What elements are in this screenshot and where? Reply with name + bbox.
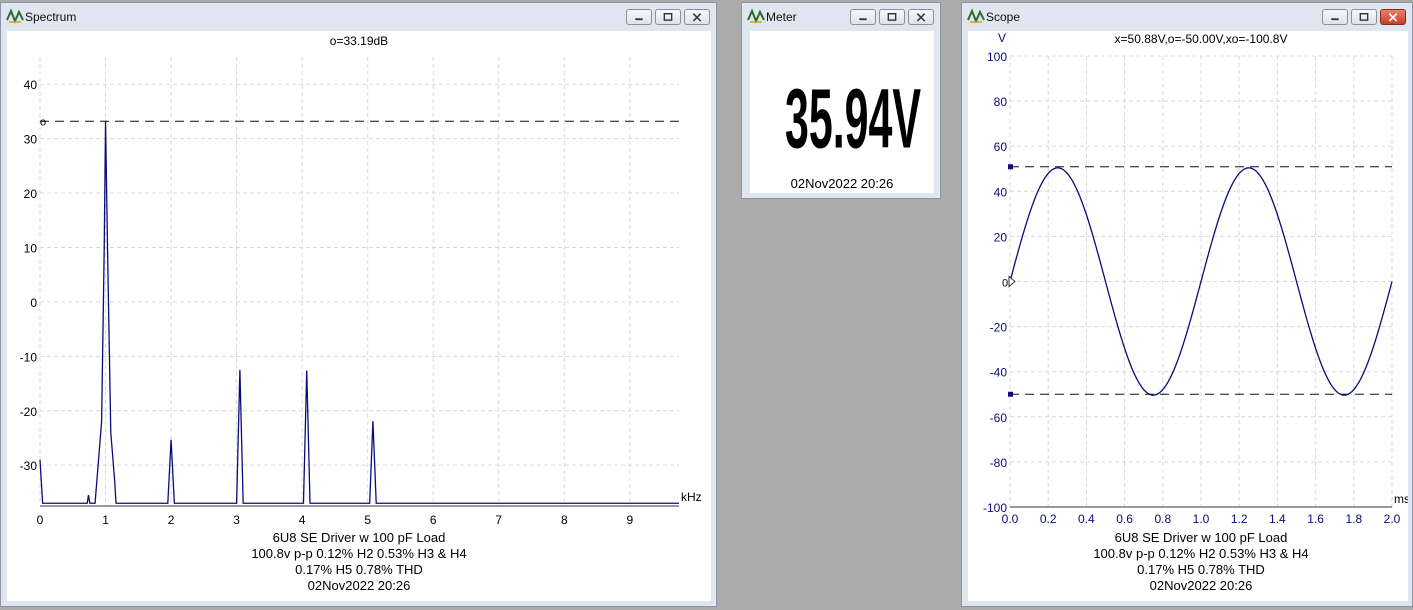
spectrum-x-tick: 3 (233, 513, 240, 527)
spectrum-x-tick: 8 (561, 513, 568, 527)
spectrum-window: Spectrum o=33.19dB 40 30 20 10 0 -10 -20 -30 0 1… (0, 2, 717, 607)
scope-chart: V x=50.88V,o=-50.00V,xo=-100.8V 100 80 60 4… (983, 31, 1410, 593)
spectrum-x-tick: 2 (168, 513, 175, 527)
caption-line-3: 0.17% H5 0.78% THD (1137, 562, 1265, 577)
scope-titlebar[interactable]: Scope (962, 3, 1412, 31)
scope-y-tick: 60 (994, 140, 1008, 154)
waveform-icon (6, 8, 24, 24)
meter-titlebar[interactable]: Meter (742, 3, 940, 31)
scope-y-tick: -80 (990, 456, 1008, 470)
spectrum-x-tick: 5 (364, 513, 371, 527)
spectrum-x-tick: 9 (627, 513, 634, 527)
caption-line-3: 0.17% H5 0.78% THD (295, 562, 423, 577)
scope-y-unit: V (998, 31, 1006, 45)
minimize-icon (859, 18, 867, 21)
scope-x-tick: 0.2 (1040, 512, 1057, 526)
restore-icon (887, 13, 897, 21)
spectrum-y-tick: 30 (24, 133, 38, 147)
spectrum-x-tick: 0 (37, 513, 44, 527)
scope-x-tick: 0.8 (1154, 512, 1171, 526)
close-icon (916, 13, 926, 22)
minimize-icon (635, 18, 643, 21)
meter-window: Meter 35.94V 02Nov2022 20:26 (741, 2, 941, 199)
window-title: Scope (986, 10, 1021, 24)
scope-y-tick: -60 (990, 411, 1008, 425)
minimize-button[interactable] (850, 9, 876, 25)
spectrum-y-tick: 10 (24, 241, 38, 255)
caption-timestamp: 02Nov2022 20:26 (308, 578, 411, 593)
close-button[interactable] (1380, 9, 1406, 25)
minimize-button[interactable] (1322, 9, 1348, 25)
scope-plot-area[interactable]: V x=50.88V,o=-50.00V,xo=-100.8V 100 80 60 4… (968, 31, 1410, 601)
spectrum-y-tick: 40 (24, 78, 38, 92)
meter-timestamp: 02Nov2022 20:26 (791, 176, 894, 191)
scope-readout: x=50.88V,o=-50.00V,xo=-100.8V (1115, 32, 1288, 46)
scope-x-unit: ms (1394, 492, 1408, 506)
scope-y-tick: 20 (994, 230, 1008, 244)
scope-x-tick: 1.6 (1307, 512, 1324, 526)
spectrum-x-tick: 1 (102, 513, 109, 527)
caption-timestamp: 02Nov2022 20:26 (1150, 578, 1253, 593)
spectrum-y-tick: -30 (20, 459, 38, 473)
waveform-icon (967, 8, 985, 24)
minimize-button[interactable] (626, 9, 652, 25)
caption-line-2: 100.8v p-p 0.12% H2 0.53% H3 & H4 (251, 546, 466, 561)
scope-cursor-x-handle[interactable] (1008, 164, 1013, 170)
scope-x-tick: 1.2 (1231, 512, 1248, 526)
meter-value: 35.94V (785, 73, 921, 166)
spectrum-x-tick: 4 (299, 513, 306, 527)
scope-y-tick: 80 (994, 95, 1008, 109)
close-icon (1388, 13, 1398, 22)
spectrum-trace (39, 121, 679, 504)
caption-line-1: 6U8 SE Driver w 100 pF Load (1115, 530, 1288, 545)
spectrum-plot-area[interactable]: o=33.19dB 40 30 20 10 0 -10 -20 -30 0123456789 … (7, 31, 711, 601)
spectrum-titlebar[interactable]: Spectrum (1, 3, 716, 31)
caption-line-1: 6U8 SE Driver w 100 pF Load (273, 530, 446, 545)
scope-x-tick: 1.0 (1193, 512, 1210, 526)
waveform-icon (747, 8, 765, 24)
scope-y-tick: 100 (987, 50, 1007, 64)
scope-x-tick: 1.4 (1269, 512, 1286, 526)
scope-y-tick: -40 (990, 366, 1008, 380)
caption-line-2: 100.8v p-p 0.12% H2 0.53% H3 & H4 (1093, 546, 1308, 561)
window-title: Meter (766, 10, 797, 24)
scope-window: Scope V x=50.88V,o=-50.00V,xo=-100.8V 10… (961, 2, 1413, 607)
restore-button[interactable] (655, 9, 681, 25)
restore-icon (663, 13, 673, 21)
spectrum-readout: o=33.19dB (330, 34, 388, 48)
restore-button[interactable] (879, 9, 905, 25)
close-button[interactable] (684, 9, 710, 25)
spectrum-y-tick: -10 (20, 350, 38, 364)
scope-x-tick: 0.6 (1116, 512, 1133, 526)
spectrum-y-tick: 20 (24, 187, 38, 201)
scope-marker-icon[interactable] (1008, 275, 1016, 288)
restore-button[interactable] (1351, 9, 1377, 25)
close-button[interactable] (908, 9, 934, 25)
scope-y-tick: -20 (990, 321, 1008, 335)
minimize-icon (1331, 18, 1339, 21)
spectrum-x-tick: 7 (495, 513, 502, 527)
spectrum-y-tick: 0 (30, 296, 37, 310)
scope-x-tick: 0.4 (1078, 512, 1095, 526)
close-icon (692, 13, 702, 22)
scope-x-tick: 1.8 (1345, 512, 1362, 526)
restore-icon (1359, 13, 1369, 21)
scope-y-tick: 40 (994, 185, 1008, 199)
spectrum-cursor-label: o (40, 116, 46, 128)
spectrum-x-tick: 6 (430, 513, 437, 527)
scope-x-tick: 0.0 (1002, 512, 1019, 526)
scope-cursor-label: 0 (1002, 278, 1008, 290)
spectrum-y-tick: -20 (20, 405, 38, 419)
spectrum-chart: o=33.19dB 403020100-10-20-30 0123456789 … (20, 34, 702, 593)
scope-x-tick: 2.0 (1384, 512, 1401, 526)
window-title: Spectrum (25, 10, 77, 24)
spectrum-x-unit: kHz (681, 490, 702, 504)
scope-cursor-o-handle[interactable] (1008, 391, 1013, 397)
meter-display: 35.94V 02Nov2022 20:26 (750, 31, 934, 193)
